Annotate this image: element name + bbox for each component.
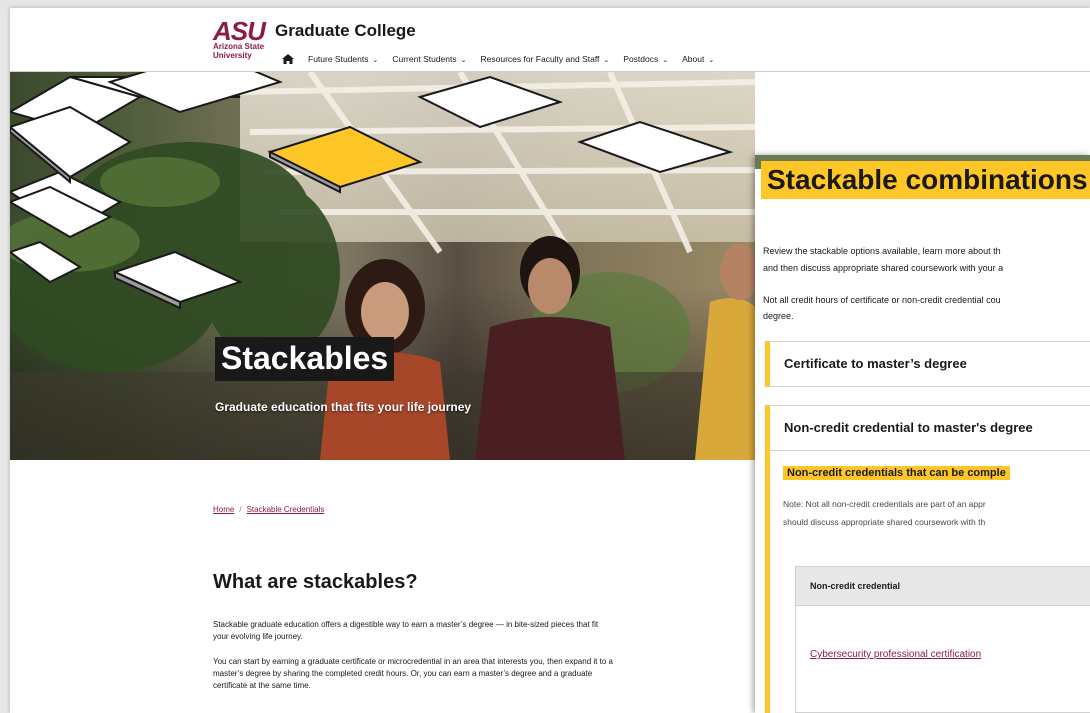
screenshot-stage: ASU Arizona State University Graduate Co… — [0, 0, 1090, 713]
nav-item-future-students[interactable]: Future Students ⌄ — [308, 54, 378, 64]
non-credit-subheading: Non-credit credentials that can be compl… — [783, 466, 1010, 480]
accordion-title: Certificate to master’s degree — [784, 356, 967, 371]
nav-item-current-students[interactable]: Current Students ⌄ — [392, 54, 466, 64]
breadcrumb-home-link[interactable]: Home — [213, 505, 234, 514]
nav-label: Future Students — [308, 54, 369, 64]
nav-item-resources[interactable]: Resources for Faculty and Staff ⌄ — [481, 54, 610, 64]
accordion-certificate-to-masters[interactable]: Certificate to master’s degree — [765, 341, 1090, 387]
table-header: Non-credit credential — [795, 566, 1090, 606]
hero-subtitle: Graduate education that fits your life j… — [215, 400, 472, 414]
accordion-divider — [770, 450, 1090, 451]
main-nav: Future Students ⌄ Current Students ⌄ Resou… — [282, 54, 728, 64]
accordion-title: Non-credit credential to master's degree — [784, 420, 1033, 435]
panel-intro-line-2: and then discuss appropriate shared cour… — [763, 263, 1004, 273]
table-header-label: Non-credit credential — [810, 581, 901, 591]
site-header: ASU Arizona State University Graduate Co… — [10, 8, 1090, 72]
panel-intro-line-4: degree. — [763, 311, 794, 321]
breadcrumb-current-link[interactable]: Stackable Credentials — [247, 505, 325, 514]
nav-item-postdocs[interactable]: Postdocs ⌄ — [623, 54, 668, 64]
table-row: Cybersecurity professional certification — [795, 606, 1090, 713]
nav-item-about[interactable]: About ⌄ — [682, 54, 714, 64]
paragraph-intro: Stackable graduate education offers a di… — [213, 620, 599, 641]
chevron-down-icon: ⌄ — [372, 57, 379, 64]
site-title[interactable]: Graduate College — [275, 21, 416, 41]
breadcrumb: Home / Stackable Credentials — [213, 505, 324, 514]
note-line-1: Note: Not all non-credit credentials are… — [783, 499, 986, 509]
chevron-down-icon: ⌄ — [708, 57, 715, 64]
cybersecurity-certification-link[interactable]: Cybersecurity professional certification — [810, 649, 981, 660]
panel-intro-line-3: Not all credit hours of certificate or n… — [763, 295, 1001, 305]
chevron-down-icon: ⌄ — [460, 57, 467, 64]
chevron-down-icon: ⌄ — [603, 57, 610, 64]
logo-mark: ASU — [213, 16, 266, 46]
breadcrumb-separator: / — [239, 505, 242, 514]
paragraph-details: You can start by earning a graduate cert… — [213, 657, 613, 690]
note-line-2: should discuss appropriate shared course… — [783, 517, 986, 527]
stackable-combinations-panel: Stackable combinations Review the stacka… — [755, 155, 1090, 713]
logo-sub-2: University — [213, 51, 252, 60]
nav-label: Postdocs — [623, 54, 659, 64]
home-icon[interactable] — [282, 54, 294, 64]
nav-label: About — [682, 54, 705, 64]
nav-label: Current Students — [392, 54, 457, 64]
panel-title: Stackable combinations — [761, 161, 1090, 199]
section-heading-what-are-stackables: What are stackables? — [213, 571, 418, 593]
hero-banner: Stackables Graduate education that fits … — [10, 72, 755, 460]
nav-label: Resources for Faculty and Staff — [480, 54, 600, 64]
panel-intro-line-1: Review the stackable options available, … — [763, 246, 1001, 256]
logo-sub-1: Arizona State — [213, 42, 265, 51]
asu-logo[interactable]: ASU Arizona State University — [213, 16, 266, 60]
chevron-down-icon: ⌄ — [662, 57, 669, 64]
hero-title: Stackables — [215, 337, 395, 381]
